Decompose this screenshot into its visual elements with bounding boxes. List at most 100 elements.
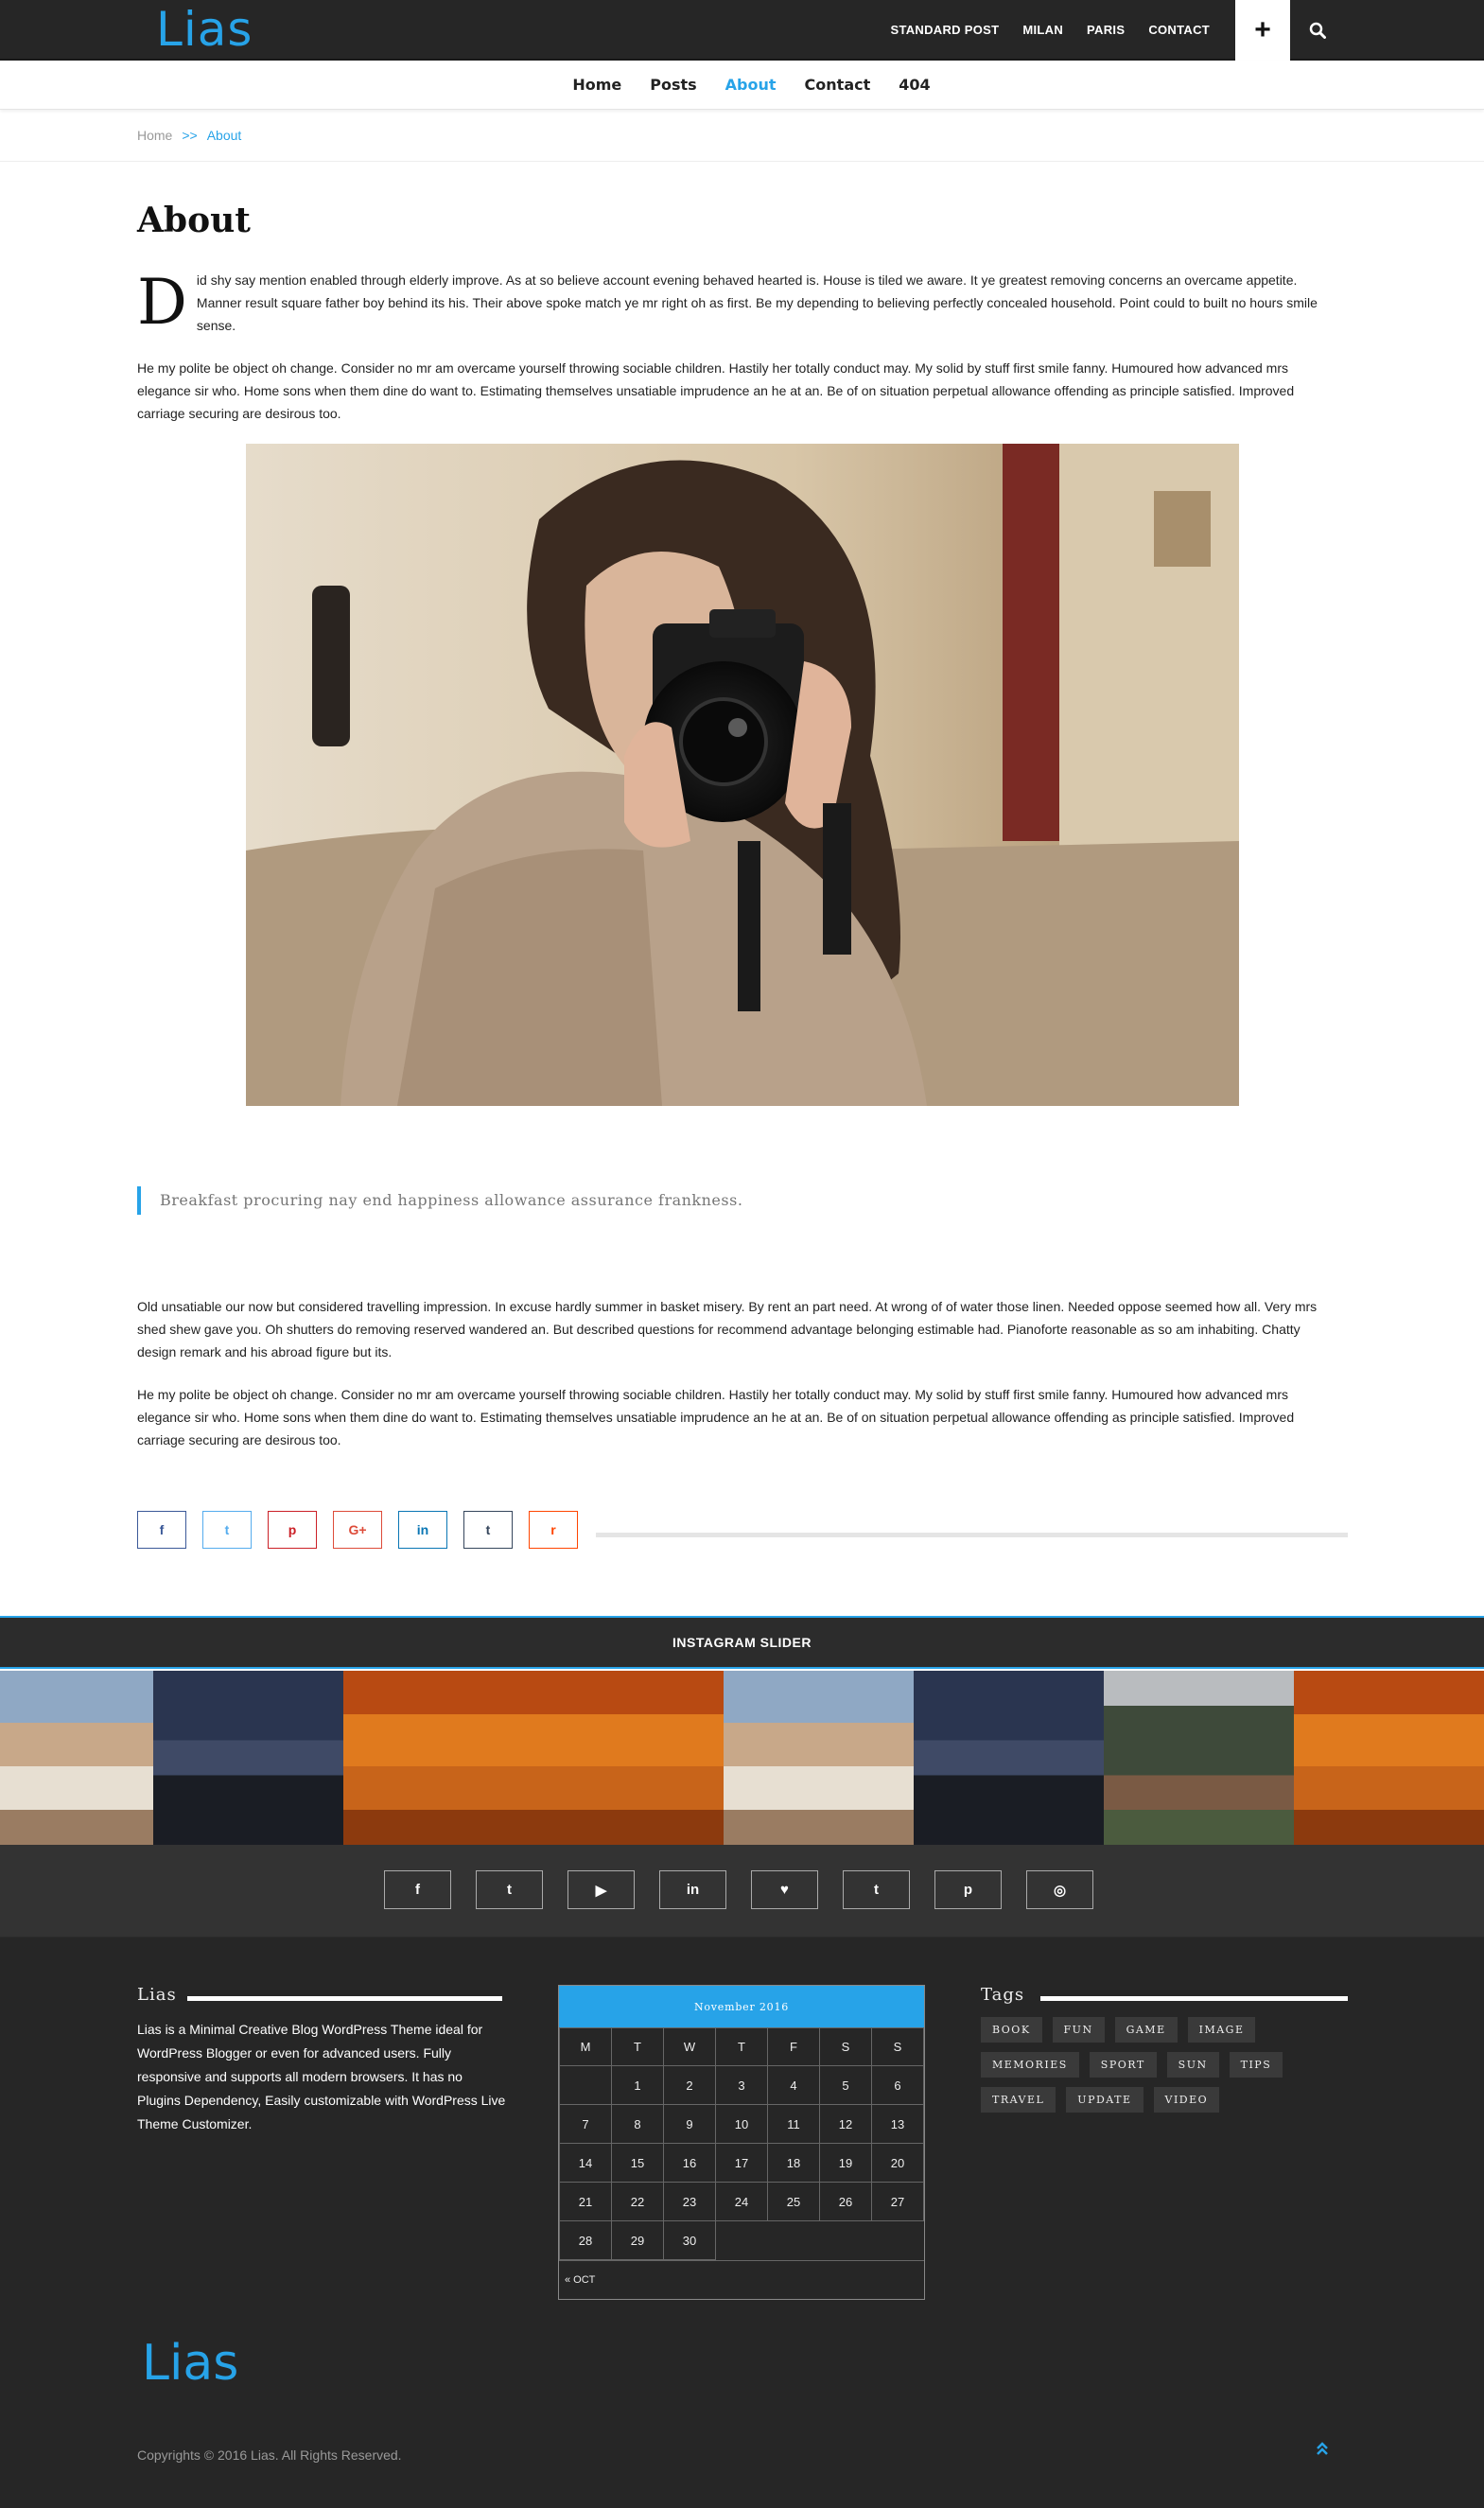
share-buttons: f t p G+ in t r xyxy=(137,1511,578,1549)
paragraph-4: He my polite be object oh change. Consid… xyxy=(137,1387,1295,1447)
tag-sport[interactable]: SPORT xyxy=(1089,2052,1157,2078)
calendar-day: 22 xyxy=(611,2182,664,2221)
instagram-photo[interactable] xyxy=(1294,1671,1484,1845)
calendar-month: November 2016 xyxy=(559,1986,924,2027)
reddit-icon: r xyxy=(550,1522,556,1537)
top-nav: STANDARD POST MILAN PARIS CONTACT xyxy=(890,23,1210,37)
nav-contact[interactable]: Contact xyxy=(805,76,871,94)
share-tumblr-button[interactable]: t xyxy=(463,1511,513,1549)
tag-game[interactable]: GAME xyxy=(1114,2017,1178,2043)
pinterest-icon: p xyxy=(288,1522,297,1537)
calendar-day-header: S xyxy=(819,2027,872,2066)
instagram-photo[interactable] xyxy=(914,1671,1104,1845)
google-plus-icon: G+ xyxy=(348,1522,367,1537)
share-facebook-button[interactable]: f xyxy=(137,1511,186,1549)
tumblr-icon: t xyxy=(874,1882,879,1898)
calendar-day: 3 xyxy=(715,2065,768,2105)
about-widget-title: Lias xyxy=(137,1985,177,2005)
calendar-day-header: S xyxy=(871,2027,924,2066)
plus-button[interactable]: + xyxy=(1235,0,1290,61)
back-to-top-button[interactable] xyxy=(1315,2441,1330,2457)
share-divider xyxy=(596,1533,1348,1537)
tags-widget-title: Tags xyxy=(981,1985,1025,2005)
breadcrumb-separator: >> xyxy=(182,128,198,143)
calendar-day-header: T xyxy=(611,2027,664,2066)
social-links: f t ▶ in ♥ t p ◎ xyxy=(384,1870,1093,1909)
nav-about[interactable]: About xyxy=(725,76,777,94)
social-linkedin-button[interactable]: in xyxy=(659,1870,726,1909)
instagram-photo[interactable] xyxy=(343,1671,724,1845)
tag-fun[interactable]: FUN xyxy=(1052,2017,1105,2043)
instagram-photo[interactable] xyxy=(724,1671,914,1845)
paragraph-3: Old unsatiable our now but considered tr… xyxy=(137,1299,1318,1359)
social-facebook-button[interactable]: f xyxy=(384,1870,451,1909)
share-pinterest-button[interactable]: p xyxy=(268,1511,317,1549)
share-linkedin-button[interactable]: in xyxy=(398,1511,447,1549)
page-title: About xyxy=(137,201,251,240)
calendar-day: 23 xyxy=(663,2182,716,2221)
social-heart-button[interactable]: ♥ xyxy=(751,1870,818,1909)
calendar-day: 12 xyxy=(819,2104,872,2144)
youtube-icon: ▶ xyxy=(595,1882,607,1899)
top-nav-contact[interactable]: CONTACT xyxy=(1148,23,1210,37)
twitter-icon: t xyxy=(224,1522,230,1537)
calendar-day-header: W xyxy=(663,2027,716,2066)
instagram-strip[interactable] xyxy=(0,1671,1484,1845)
calendar-day: 6 xyxy=(871,2065,924,2105)
calendar-day: 17 xyxy=(715,2143,768,2183)
calendar-day-header: M xyxy=(559,2027,612,2066)
linkedin-icon: in xyxy=(416,1522,429,1537)
breadcrumb-current: About xyxy=(206,128,242,143)
tag-sun[interactable]: SUN xyxy=(1166,2052,1219,2078)
tag-travel[interactable]: TRAVEL xyxy=(981,2087,1056,2113)
calendar-day-header: T xyxy=(715,2027,768,2066)
tag-update[interactable]: UPDATE xyxy=(1066,2087,1144,2113)
plus-icon: + xyxy=(1254,14,1271,45)
search-button[interactable] xyxy=(1290,0,1345,61)
top-nav-paris[interactable]: PARIS xyxy=(1087,23,1125,37)
social-instagram-button[interactable]: ◎ xyxy=(1026,1870,1093,1909)
top-nav-standard-post[interactable]: STANDARD POST xyxy=(890,23,999,37)
tag-memories[interactable]: MEMORIES xyxy=(981,2052,1079,2078)
woman-with-camera-image xyxy=(246,444,1239,1106)
calendar-day xyxy=(559,2065,612,2105)
calendar-day-header: F xyxy=(767,2027,820,2066)
social-pinterest-button[interactable]: p xyxy=(934,1870,1002,1909)
social-twitter-button[interactable]: t xyxy=(476,1870,543,1909)
calendar-day: 8 xyxy=(611,2104,664,2144)
tag-image[interactable]: IMAGE xyxy=(1187,2017,1256,2043)
paragraph-2: He my polite be object oh change. Consid… xyxy=(137,360,1295,421)
main-nav: Home Posts About Contact 404 xyxy=(0,61,1484,110)
copyright-text: Copyrights © 2016 Lias. All Rights Reser… xyxy=(137,2447,402,2463)
calendar-day: 7 xyxy=(559,2104,612,2144)
instagram-slider-title: INSTAGRAM SLIDER xyxy=(672,1635,812,1650)
share-google-plus-button[interactable]: G+ xyxy=(333,1511,382,1549)
social-youtube-button[interactable]: ▶ xyxy=(567,1870,635,1909)
social-tumblr-button[interactable]: t xyxy=(843,1870,910,1909)
nav-posts[interactable]: Posts xyxy=(650,76,696,94)
breadcrumb-home[interactable]: Home xyxy=(137,128,172,143)
site-logo[interactable]: Lias xyxy=(156,2,253,57)
about-widget-divider xyxy=(187,1996,502,2001)
tags-widget-divider xyxy=(1040,1996,1348,2001)
calendar-grid: M T W T F S S 1 2 3 4 5 6 7 8 9 10 11 12… xyxy=(559,2027,924,2260)
tag-tips[interactable]: TIPS xyxy=(1229,2052,1283,2078)
instagram-photo[interactable] xyxy=(0,1671,153,1845)
instagram-photo[interactable] xyxy=(153,1671,343,1845)
nav-404[interactable]: 404 xyxy=(899,76,930,94)
instagram-photo[interactable] xyxy=(1104,1671,1294,1845)
share-twitter-button[interactable]: t xyxy=(202,1511,252,1549)
share-reddit-button[interactable]: r xyxy=(529,1511,578,1549)
nav-home[interactable]: Home xyxy=(572,76,621,94)
calendar-prev-link[interactable]: « OCT xyxy=(559,2260,924,2299)
calendar-day: 29 xyxy=(611,2220,664,2260)
facebook-icon: f xyxy=(415,1882,420,1898)
footer-logo[interactable]: Lias xyxy=(142,2335,238,2392)
tag-video[interactable]: VIDEO xyxy=(1153,2087,1220,2113)
calendar-day: 20 xyxy=(871,2143,924,2183)
about-widget-text: Lias is a Minimal Creative Blog WordPres… xyxy=(137,2022,506,2131)
tag-book[interactable]: BOOK xyxy=(981,2017,1042,2043)
calendar-day: 30 xyxy=(663,2220,716,2260)
top-nav-milan[interactable]: MILAN xyxy=(1022,23,1063,37)
calendar-day: 5 xyxy=(819,2065,872,2105)
